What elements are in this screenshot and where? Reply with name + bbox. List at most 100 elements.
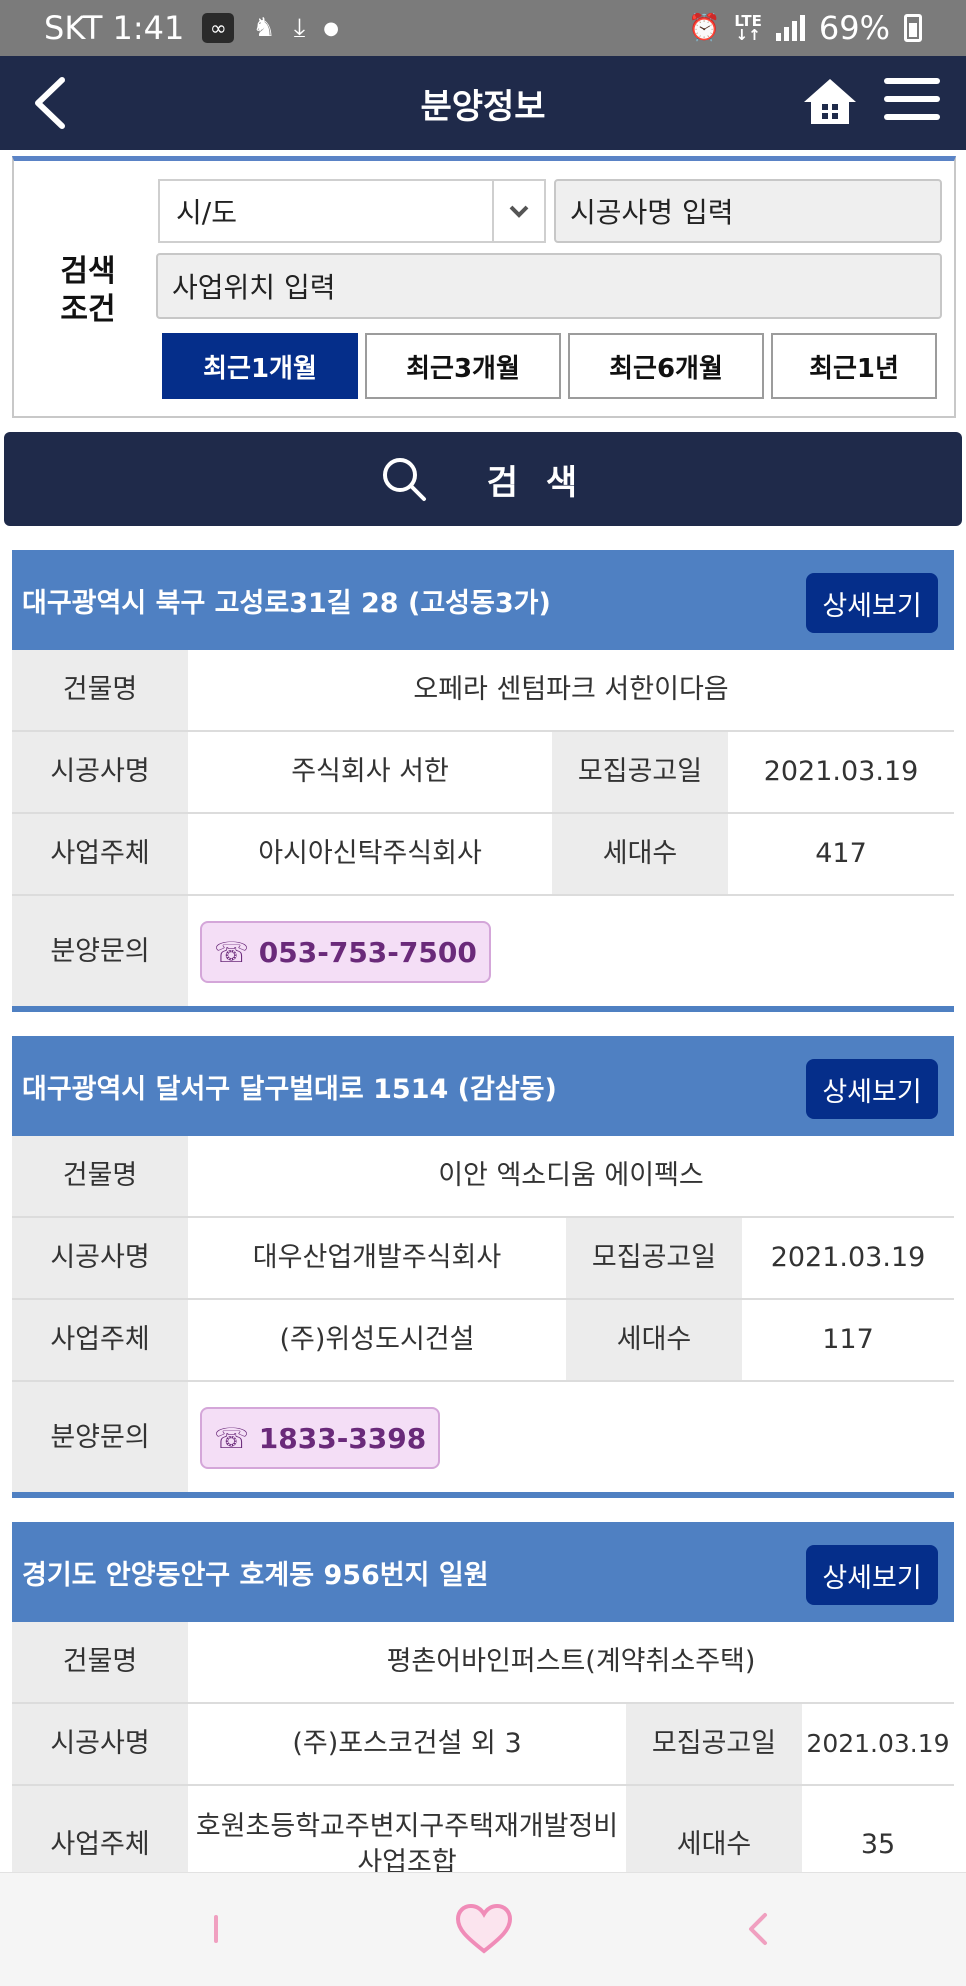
listing-header: 경기도 안양동안구 호계동 956번지 일원 상세보기 [12,1522,954,1622]
period-label: 최근6개월 [609,353,723,384]
phone-number: ☏ 1833-3398 [214,1421,427,1455]
households-count: 417 [815,838,867,869]
developer-name: 아시아신탁주식회사 [258,838,482,869]
table-row: 사업주체 아시아신탁주식회사 세대수 417 [12,814,954,896]
home-icon [804,79,856,124]
bar-icon [214,1915,218,1943]
listing-card: 대구광역시 북구 고성로31길 28 (고성동3가) 상세보기 건물명 오페라 … [12,550,954,1014]
developer-label: 사업주체 [12,1300,188,1380]
lte-icon: LTE ↓↑ [734,14,762,44]
detail-button-label: 상세보기 [822,1562,922,1594]
app-header: 분양정보 [0,56,966,150]
infinity-glyph: ∞ [210,16,227,40]
detail-button[interactable]: 상세보기 [806,1059,938,1119]
search-button-label: 검 색 [486,462,586,503]
builder-input-placeholder: 시공사명 입력 [570,196,734,229]
status-left: SKT 1:41 ∞ ♞ ⤓ ● [44,9,339,47]
phone-number: ☏ 053-753-7500 [214,935,477,969]
table-row: 시공사명 대우산업개발주식회사 모집공고일 2021.03.19 [12,1218,954,1300]
inquiry-label: 분양문의 [12,1382,188,1494]
developer-name: (주)위성도시건설 [279,1324,475,1355]
table-row: 건물명 오페라 센텀파크 서한이다음 [12,650,954,732]
lte-arrows: ↓↑ [735,26,761,44]
households-label: 세대수 [552,814,728,894]
phone-button[interactable]: ☏ 1833-3398 [200,1407,441,1469]
builder-label: 시공사명 [12,1218,188,1298]
developer-label: 사업주체 [12,1786,188,1872]
notice-date-label: 모집공고일 [626,1704,802,1784]
status-right: ⏰ LTE ↓↑ 69% [688,9,922,47]
dot-icon: ● [323,17,339,39]
building-name: 오페라 센텀파크 서한이다음 [413,674,729,705]
search-icon [382,458,426,501]
households-label: 세대수 [566,1300,742,1380]
home-button[interactable] [802,76,858,128]
notification-icon: ♞ [252,13,276,43]
period-3-month-button[interactable]: 최근3개월 [365,333,561,399]
builder-name: (주)포스코건설 외 3 [292,1728,522,1759]
period-6-month-button[interactable]: 최근6개월 [568,333,764,399]
recent-apps-button[interactable] [186,1899,246,1959]
home-nav-button[interactable] [448,1899,520,1959]
table-row: 건물명 평촌어바인퍼스트(계약취소주택) [12,1622,954,1704]
carrier-time: SKT 1:41 [44,9,185,47]
status-bar: SKT 1:41 ∞ ♞ ⤓ ● ⏰ LTE ↓↑ 69% [0,0,966,56]
detail-button-label: 상세보기 [822,1076,922,1108]
notice-date: 2021.03.19 [763,756,919,787]
chevron-left-icon [35,77,65,129]
back-nav-button[interactable] [728,1899,788,1959]
table-row: 건물명 이안 엑소디움 에이펙스 [12,1136,954,1218]
households-label: 세대수 [626,1786,802,1872]
inquiry-label: 분양문의 [12,896,188,1008]
phone-button[interactable]: ☏ 053-753-7500 [200,921,491,983]
building-label: 건물명 [12,1136,188,1216]
table-row: 사업주체 (주)위성도시건설 세대수 117 [12,1300,954,1382]
location-input[interactable]: 사업위치 입력 [156,253,942,319]
listing-card: 대구광역시 달서구 달구벌대로 1514 (감삼동) 상세보기 건물명 이안 엑… [12,1036,954,1500]
detail-button[interactable]: 상세보기 [806,1545,938,1605]
battery-percent: 69% [818,9,890,47]
period-1-month-button[interactable]: 최근1개월 [162,333,358,399]
hamburger-menu-icon[interactable] [884,78,940,124]
developer-label: 사업주체 [12,814,188,894]
listing-address: 경기도 안양동안구 호계동 956번지 일원 [22,1559,489,1591]
location-input-placeholder: 사업위치 입력 [172,271,336,304]
period-1-year-button[interactable]: 최근1년 [771,333,937,399]
search-label-line2: 조건 [60,292,116,327]
listing-address: 대구광역시 달서구 달구벌대로 1514 (감삼동) [22,1073,557,1105]
back-arrow-icon [749,1913,767,1945]
period-label: 최근3개월 [406,353,520,384]
households-count: 35 [860,1829,896,1860]
chevron-down-icon [492,181,544,241]
table-row: 분양문의 ☏ 1833-3398 [12,1382,954,1494]
building-name: 평촌어바인퍼스트(계약취소주택) [386,1646,756,1677]
listing-card: 경기도 안양동안구 호계동 956번지 일원 상세보기 건물명 평촌어바인퍼스트… [12,1522,954,1872]
listing-address: 대구광역시 북구 고성로31길 28 (고성동3가) [22,587,551,619]
notice-date-label: 모집공고일 [552,732,728,812]
builder-name: 주식회사 서한 [291,756,449,787]
period-label: 최근1년 [809,353,899,384]
detail-button[interactable]: 상세보기 [806,573,938,633]
notice-date: 2021.03.19 [806,1729,950,1758]
region-select-value: 시/도 [176,196,237,229]
developer-name: 호원초등학교주변지구주택재개발정비사업조합 [195,1811,619,1872]
detail-button-label: 상세보기 [822,590,922,622]
notice-date: 2021.03.19 [770,1242,926,1273]
search-button[interactable]: 검 색 [4,432,962,526]
alarm-icon: ⏰ [687,13,721,43]
period-label: 최근1개월 [203,353,317,384]
bottom-navigation [0,1872,966,1986]
building-name: 이안 엑소디움 에이펙스 [438,1160,704,1191]
builder-input[interactable]: 시공사명 입력 [554,179,942,243]
region-select[interactable]: 시/도 [158,179,546,243]
builder-label: 시공사명 [12,1704,188,1784]
listing-header: 대구광역시 달서구 달구벌대로 1514 (감삼동) 상세보기 [12,1036,954,1136]
download-icon: ⤓ [293,12,306,43]
table-row: 분양문의 ☏ 053-753-7500 [12,896,954,1008]
page-title: 분양정보 [420,86,546,127]
back-button[interactable] [26,74,82,132]
table-row: 시공사명 (주)포스코건설 외 3 모집공고일 2021.03.19 [12,1704,954,1786]
search-condition-label: 검색 조건 [48,253,128,329]
building-label: 건물명 [12,1622,188,1702]
builder-label: 시공사명 [12,732,188,812]
